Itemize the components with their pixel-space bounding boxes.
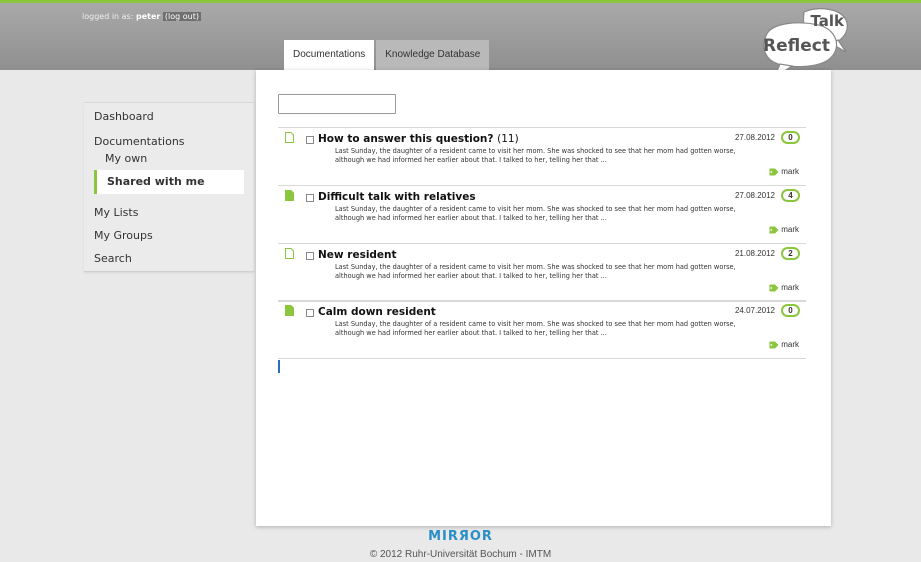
copyright-text: © 2012 Ruhr-Universität Bochum - IMTM xyxy=(369,549,552,560)
select-checkbox[interactable] xyxy=(306,252,314,260)
document-count: (11) xyxy=(497,133,519,145)
tag-icon xyxy=(769,226,779,234)
tag-icon xyxy=(769,168,779,176)
mark-link[interactable]: mark xyxy=(769,225,799,234)
login-status: logged in as: peter (log out) xyxy=(82,12,201,21)
comment-count-badge[interactable]: 0 xyxy=(781,131,800,144)
document-row[interactable]: Difficult talk with relatives 27.08.2012… xyxy=(278,185,806,244)
mark-label: mark xyxy=(781,283,799,292)
document-date: 21.08.2012 xyxy=(734,249,775,258)
sidebar-item-search[interactable]: Search xyxy=(94,252,132,265)
document-outline-icon xyxy=(285,132,294,143)
mark-label: mark xyxy=(781,167,799,176)
comment-count-badge[interactable]: 4 xyxy=(781,189,800,202)
sidebar-item-dashboard[interactable]: Dashboard xyxy=(94,110,154,123)
document-row[interactable]: Calm down resident 24.07.2012 0 Last Sun… xyxy=(278,300,806,359)
comment-count-badge[interactable]: 2 xyxy=(781,247,800,260)
divider xyxy=(278,301,806,302)
document-filled-icon xyxy=(285,190,294,201)
mark-link[interactable]: mark xyxy=(769,340,799,349)
sidebar-item-my-own[interactable]: My own xyxy=(105,152,147,165)
sidebar-item-my-groups[interactable]: My Groups xyxy=(94,229,153,242)
tag-icon xyxy=(769,341,779,349)
sidebar-item-shared-with-me[interactable]: Shared with me xyxy=(94,170,244,194)
text-cursor xyxy=(278,360,280,373)
mark-link[interactable]: mark xyxy=(769,167,799,176)
document-title-wrap: Difficult talk with relatives xyxy=(318,191,476,203)
tab-knowledge-database[interactable]: Knowledge Database xyxy=(376,40,490,70)
comment-count-badge[interactable]: 0 xyxy=(781,304,800,317)
document-row[interactable]: New resident 21.08.2012 2 Last Sunday, t… xyxy=(278,243,806,302)
document-outline-icon xyxy=(285,248,294,259)
sidebar-item-documentations[interactable]: Documentations xyxy=(94,135,185,148)
document-title-wrap: Calm down resident xyxy=(318,306,436,318)
document-excerpt: Last Sunday, the daughter of a resident … xyxy=(335,205,736,222)
select-checkbox[interactable] xyxy=(306,194,314,202)
mirror-logo: MIRЯOR xyxy=(428,529,493,544)
document-excerpt: Last Sunday, the daughter of a resident … xyxy=(335,263,736,280)
document-title[interactable]: New resident xyxy=(318,249,397,261)
logout-link[interactable]: (log out) xyxy=(162,12,201,21)
divider xyxy=(278,358,806,359)
logo-word-reflect: Reflect xyxy=(763,36,830,56)
username: peter xyxy=(135,12,161,21)
mark-link[interactable]: mark xyxy=(769,283,799,292)
document-date: 24.07.2012 xyxy=(734,306,775,315)
document-title[interactable]: How to answer this question? xyxy=(318,133,493,145)
document-title[interactable]: Difficult talk with relatives xyxy=(318,191,476,203)
document-excerpt: Last Sunday, the daughter of a resident … xyxy=(335,320,736,337)
login-prefix: logged in as: xyxy=(82,12,134,21)
document-excerpt: Last Sunday, the daughter of a resident … xyxy=(335,147,736,164)
logo-word-talk: Talk xyxy=(810,12,844,30)
search-input[interactable] xyxy=(278,94,396,114)
sidebar-item-my-lists[interactable]: My Lists xyxy=(94,206,138,219)
select-checkbox[interactable] xyxy=(306,309,314,317)
document-title-wrap: New resident xyxy=(318,249,397,261)
mark-label: mark xyxy=(781,225,799,234)
document-filled-icon xyxy=(285,305,294,316)
tab-documentations[interactable]: Documentations xyxy=(284,40,375,70)
document-date: 27.08.2012 xyxy=(734,133,775,142)
sidebar-nav: Dashboard Documentations My own Shared w… xyxy=(84,102,254,272)
tag-icon xyxy=(769,284,779,292)
document-row[interactable]: How to answer this question? (11) 27.08.… xyxy=(278,127,806,186)
document-title-wrap: How to answer this question? (11) xyxy=(318,133,519,145)
main-tabs: Documentations Knowledge Database xyxy=(284,40,490,70)
document-date: 27.08.2012 xyxy=(734,191,775,200)
document-title[interactable]: Calm down resident xyxy=(318,306,436,318)
select-checkbox[interactable] xyxy=(306,136,314,144)
mark-label: mark xyxy=(781,340,799,349)
documents-panel: How to answer this question? (11) 27.08.… xyxy=(256,70,831,526)
